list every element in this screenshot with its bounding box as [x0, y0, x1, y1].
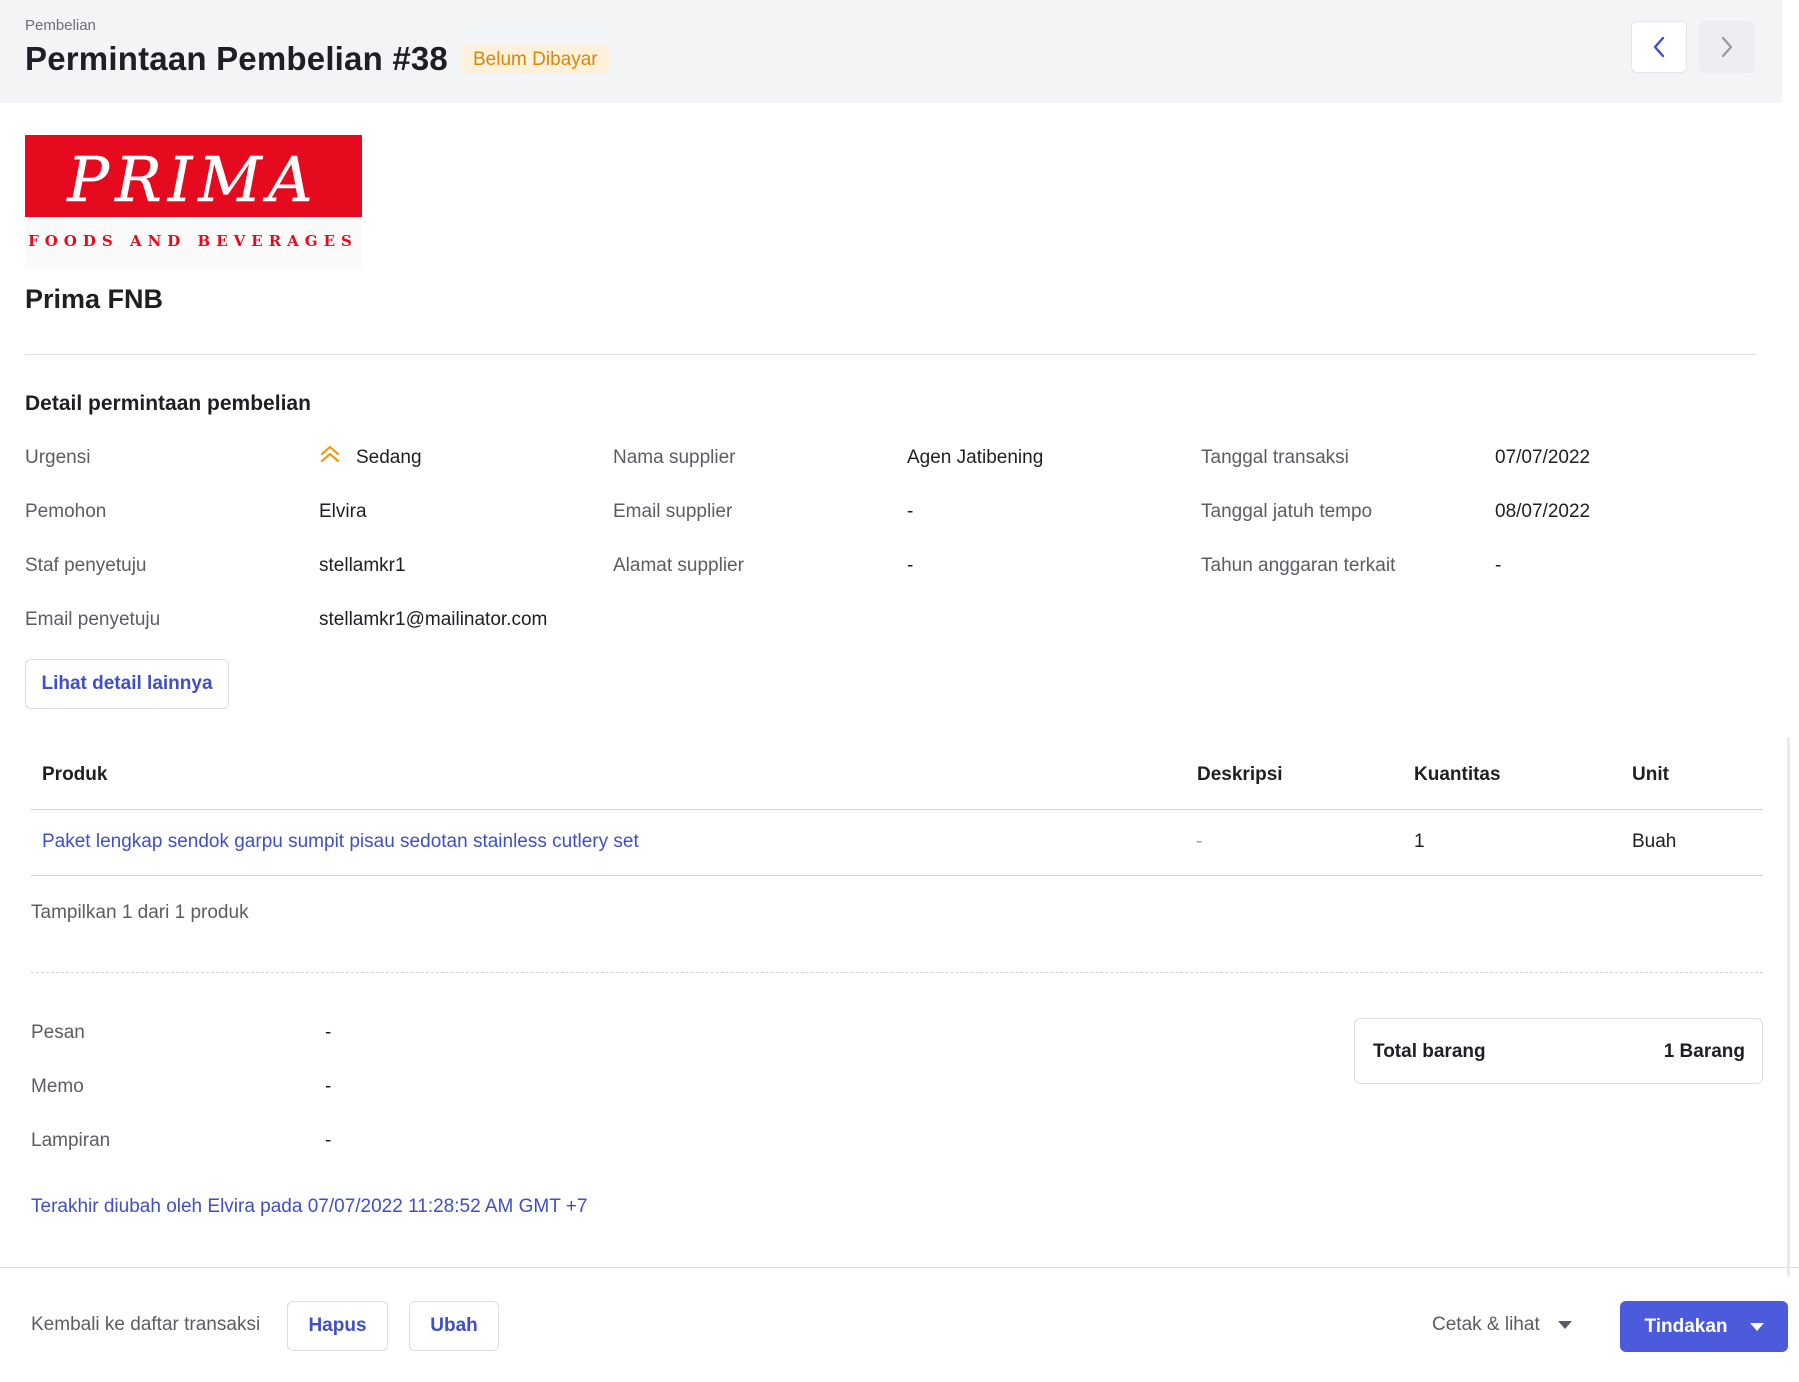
email-penyetuju-label: Email penyetuju — [25, 609, 161, 630]
total-summary-box: Total barang 1 Barang — [1354, 1018, 1763, 1084]
column-header-kuantitas: Kuantitas — [1414, 764, 1501, 785]
column-header-unit: Unit — [1632, 764, 1669, 785]
product-unit: Buah — [1632, 831, 1677, 852]
divider — [25, 354, 1757, 355]
staf-penyetuju-label: Staf penyetuju — [25, 555, 147, 576]
lampiran-value: - — [325, 1130, 332, 1151]
table-header-divider — [31, 809, 1763, 810]
previous-button[interactable] — [1631, 21, 1687, 73]
product-quantity: 1 — [1414, 831, 1425, 852]
urgensi-label: Urgensi — [25, 447, 91, 468]
column-header-deskripsi: Deskripsi — [1197, 764, 1283, 785]
page-header: Pembelian Permintaan Pembelian #38 Belum… — [0, 0, 1782, 103]
jatuh-tempo-label: Tanggal jatuh tempo — [1201, 501, 1373, 522]
urgency-chevrons-up-icon — [320, 445, 340, 463]
memo-label: Memo — [31, 1076, 84, 1097]
next-button[interactable] — [1699, 21, 1755, 73]
column-header-produk: Produk — [42, 764, 108, 785]
pesan-value: - — [325, 1022, 332, 1043]
status-badge: Belum Dibayar — [462, 46, 609, 74]
urgensi-value: Sedang — [356, 447, 422, 468]
tanggal-transaksi-label: Tanggal transaksi — [1201, 447, 1349, 468]
nama-supplier-label: Nama supplier — [613, 447, 736, 468]
scrollbar[interactable] — [1787, 737, 1790, 1277]
jatuh-tempo-value: 08/07/2022 — [1495, 501, 1591, 522]
logo-graphic: PRIMA FOODS AND BEVERAGES — [28, 143, 358, 250]
memo-value: - — [325, 1076, 332, 1097]
view-more-details-button[interactable]: Lihat detail lainnya — [25, 659, 229, 709]
company-logo: PRIMA FOODS AND BEVERAGES — [25, 135, 362, 269]
pemohon-label: Pemohon — [25, 501, 107, 522]
alamat-supplier-value: - — [907, 555, 914, 576]
page-title: Permintaan Pembelian #38 — [25, 40, 448, 77]
table-row-divider — [31, 875, 1763, 876]
tahun-anggaran-value: - — [1495, 555, 1502, 576]
table-count-text: Tampilkan 1 dari 1 produk — [31, 902, 249, 923]
nama-supplier-value: Agen Jatibening — [907, 447, 1044, 468]
product-link[interactable]: Paket lengkap sendok garpu sumpit pisau … — [42, 831, 639, 853]
dashed-divider — [31, 972, 1763, 973]
delete-button[interactable]: Hapus — [287, 1301, 388, 1351]
chevron-left-icon — [1653, 36, 1665, 58]
svg-text:FOODS AND BEVERAGES: FOODS AND BEVERAGES — [28, 232, 358, 250]
total-value: 1 Barang — [1663, 1041, 1745, 1062]
print-view-dropdown[interactable]: Cetak & lihat — [1432, 1314, 1572, 1336]
email-supplier-value: - — [907, 501, 914, 522]
company-name: Prima FNB — [25, 284, 164, 314]
breadcrumb[interactable]: Pembelian — [25, 17, 96, 34]
actions-label: Tindakan — [1644, 1315, 1728, 1337]
email-penyetuju-value: stellamkr1@mailinator.com — [319, 609, 548, 630]
caret-down-icon — [1557, 1321, 1572, 1329]
last-modified-link[interactable]: Terakhir diubah oleh Elvira pada 07/07/2… — [31, 1196, 587, 1218]
edit-button[interactable]: Ubah — [409, 1301, 499, 1351]
chevron-right-icon — [1721, 36, 1733, 58]
total-label: Total barang — [1373, 1041, 1486, 1062]
tanggal-transaksi-value: 07/07/2022 — [1495, 447, 1591, 468]
back-to-transactions-link[interactable]: Kembali ke daftar transaksi — [31, 1314, 260, 1336]
product-description: - — [1196, 831, 1203, 852]
pemohon-value: Elvira — [319, 501, 367, 522]
print-view-label: Cetak & lihat — [1432, 1314, 1540, 1335]
alamat-supplier-label: Alamat supplier — [613, 555, 744, 576]
caret-down-icon — [1749, 1322, 1764, 1331]
svg-text:PRIMA: PRIMA — [66, 143, 318, 216]
section-title: Detail permintaan pembelian — [25, 392, 311, 415]
lampiran-label: Lampiran — [31, 1130, 111, 1151]
staf-penyetuju-value: stellamkr1 — [319, 555, 406, 576]
actions-dropdown-button[interactable]: Tindakan — [1620, 1301, 1788, 1352]
footer-divider — [0, 1267, 1799, 1268]
tahun-anggaran-label: Tahun anggaran terkait — [1201, 555, 1396, 576]
email-supplier-label: Email supplier — [613, 501, 733, 522]
pesan-label: Pesan — [31, 1022, 85, 1043]
